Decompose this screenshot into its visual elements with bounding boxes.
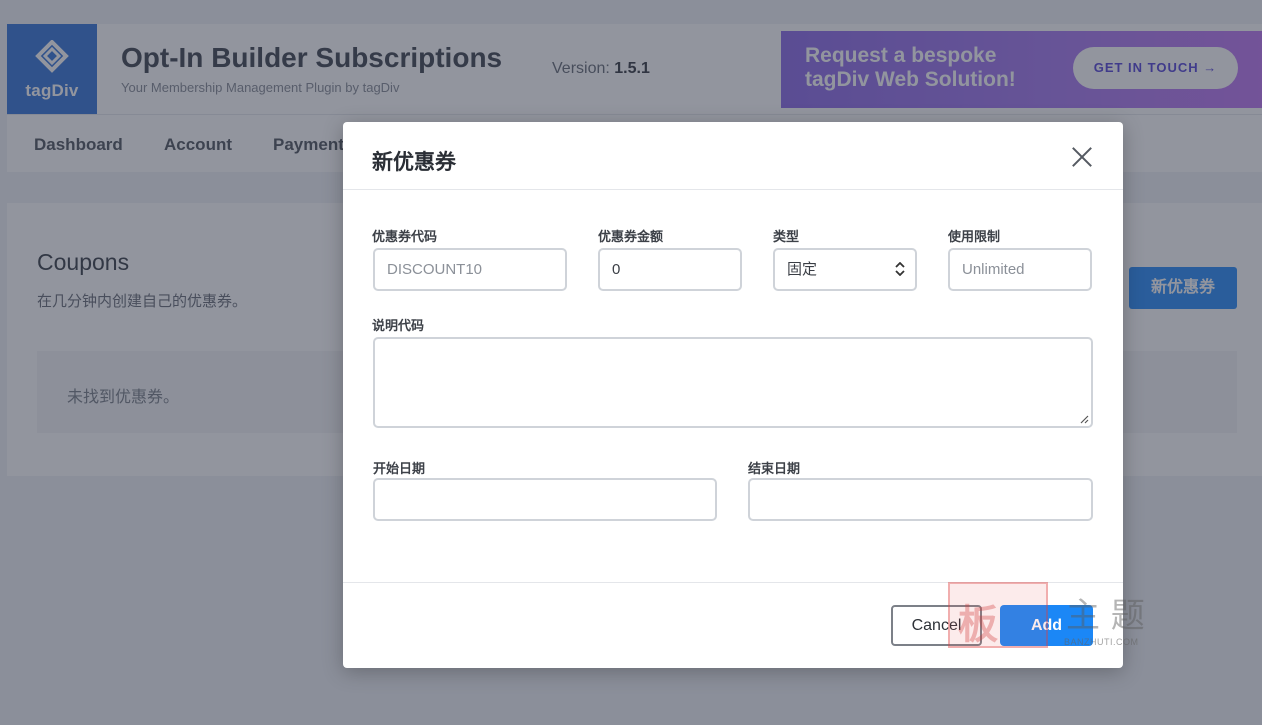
end-date-label: 结束日期 [748, 461, 801, 476]
type-select-value: 固定 [787, 261, 818, 278]
description-textarea[interactable] [373, 337, 1093, 428]
end-date-input[interactable] [748, 478, 1093, 521]
close-icon[interactable] [1071, 146, 1093, 168]
modal-header: 新优惠券 [343, 122, 1123, 190]
modal-footer: Cancel Add [343, 582, 1123, 668]
start-date-label: 开始日期 [373, 461, 426, 476]
select-arrows-icon [895, 262, 905, 276]
modal-title: 新优惠券 [372, 151, 456, 174]
coupon-code-input[interactable]: DISCOUNT10 [373, 248, 567, 291]
resize-grip-icon[interactable] [1079, 414, 1089, 424]
type-label: 类型 [773, 229, 800, 244]
usage-limit-input[interactable]: Unlimited [948, 248, 1092, 291]
coupon-amount-label: 优惠券金额 [598, 229, 664, 244]
start-date-input[interactable] [373, 478, 717, 521]
description-label: 说明代码 [372, 318, 425, 333]
new-coupon-modal: 新优惠券 优惠券代码 DISCOUNT10 优惠券金额 0 类型 固定 使用限制… [343, 122, 1123, 668]
add-button[interactable]: Add [1000, 605, 1093, 646]
coupon-amount-input[interactable]: 0 [598, 248, 742, 291]
type-select[interactable]: 固定 [773, 248, 917, 291]
coupon-code-label: 优惠券代码 [372, 229, 438, 244]
cancel-button[interactable]: Cancel [891, 605, 982, 646]
usage-limit-label: 使用限制 [948, 229, 1001, 244]
